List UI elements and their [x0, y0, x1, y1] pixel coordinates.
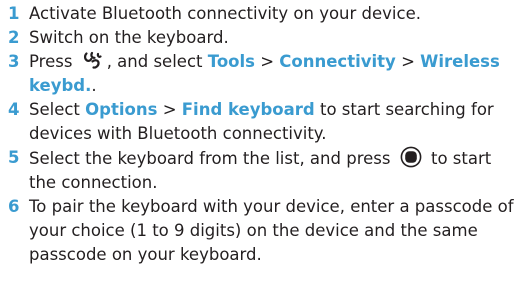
- menu-path-options: Options: [85, 100, 158, 119]
- step-text: To pair the keyboard with your device, e…: [29, 197, 514, 264]
- step-5: 5 Select the keyboard from the list, and…: [0, 146, 520, 195]
- select-key-icon: [400, 146, 422, 168]
- step-text-pre: Press: [29, 52, 73, 71]
- step-number: 2: [8, 28, 20, 47]
- step-2: 2 Switch on the keyboard.: [0, 26, 520, 50]
- menu-path-find-keyboard: Find keyboard: [181, 100, 315, 119]
- step-text-pre: Select: [29, 100, 80, 119]
- step-6: 6 To pair the keyboard with your device,…: [0, 195, 520, 267]
- step-3: 3 Press , and select Tools > Connectivit…: [0, 50, 520, 98]
- menu-separator: >: [401, 52, 415, 71]
- step-4: 4 Select Options > Find keyboard to star…: [0, 98, 520, 146]
- menu-path-tools: Tools: [207, 52, 255, 71]
- step-number: 6: [8, 197, 20, 216]
- menu-path-connectivity: Connectivity: [279, 52, 396, 71]
- step-text-pre: Select the keyboard from the list, and p…: [29, 149, 391, 168]
- step-number: 1: [8, 4, 20, 23]
- step-text-mid: , and select: [106, 52, 203, 71]
- step-text-end: .: [91, 76, 97, 95]
- menu-key-icon: [82, 50, 103, 71]
- step-number: 5: [8, 148, 20, 167]
- instruction-list: 1 Activate Bluetooth connectivity on you…: [0, 0, 520, 267]
- menu-separator: >: [260, 52, 275, 71]
- step-1: 1 Activate Bluetooth connectivity on you…: [0, 2, 520, 26]
- menu-separator: >: [162, 100, 177, 119]
- step-text: Activate Bluetooth connectivity on your …: [29, 4, 421, 23]
- step-number: 4: [8, 100, 20, 119]
- step-text: Switch on the keyboard.: [29, 28, 229, 47]
- step-number: 3: [8, 52, 20, 71]
